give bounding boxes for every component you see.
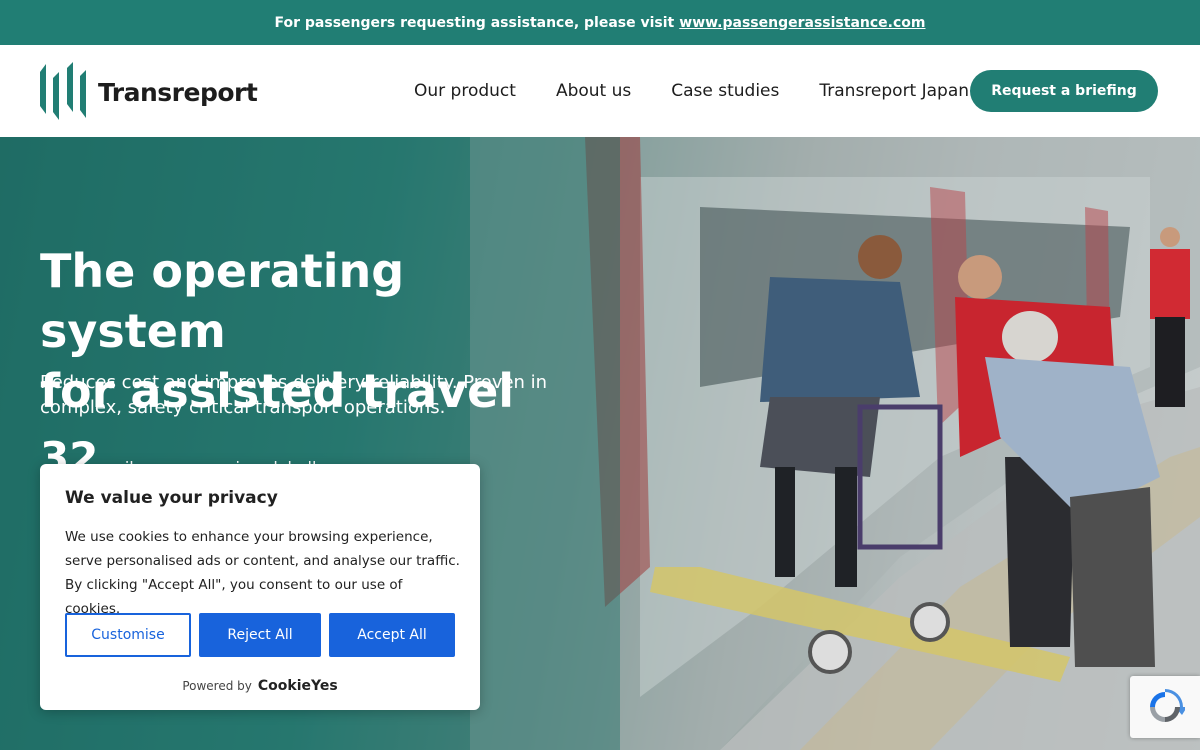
announcement-bar: For passengers requesting assistance, pl… bbox=[0, 0, 1200, 45]
site-header: Transreport Our product About us Case st… bbox=[0, 45, 1200, 137]
powered-by-text: Powered by bbox=[182, 679, 252, 693]
passenger-assistance-link[interactable]: www.passengerassistance.com bbox=[679, 15, 925, 31]
nav-transreport-japan[interactable]: Transreport Japan bbox=[819, 81, 969, 101]
customise-button[interactable]: Customise bbox=[65, 613, 191, 657]
site-logo[interactable]: Transreport bbox=[40, 62, 258, 122]
nav-our-product[interactable]: Our product bbox=[414, 81, 516, 101]
main-nav: Our product About us Case studies Transr… bbox=[414, 45, 969, 137]
cookie-title: We value your privacy bbox=[65, 488, 278, 508]
cookie-powered-by: Powered by CookieYes bbox=[40, 678, 480, 694]
cookie-body: We use cookies to enhance your browsing … bbox=[65, 529, 460, 617]
recaptcha-badge[interactable] bbox=[1130, 676, 1200, 738]
accept-all-button[interactable]: Accept All bbox=[329, 613, 455, 657]
cookie-actions: Customise Reject All Accept All bbox=[65, 613, 455, 657]
cookieyes-logo[interactable]: CookieYes bbox=[258, 678, 338, 694]
reject-all-button[interactable]: Reject All bbox=[199, 613, 321, 657]
hero-title-line-1: The operating system bbox=[40, 244, 405, 358]
cookie-consent-banner: We value your privacy We use cookies to … bbox=[40, 464, 480, 710]
announcement-text: For passengers requesting assistance, pl… bbox=[274, 14, 675, 31]
transreport-logo-icon bbox=[40, 62, 86, 120]
hero-subtitle: Reduces cost and improves delivery relia… bbox=[40, 372, 548, 418]
recaptcha-icon bbox=[1150, 689, 1185, 722]
request-briefing-button[interactable]: Request a briefing bbox=[970, 70, 1158, 112]
logo-wordmark: Transreport bbox=[98, 77, 258, 107]
nav-case-studies[interactable]: Case studies bbox=[671, 81, 779, 101]
nav-about-us[interactable]: About us bbox=[556, 81, 631, 101]
